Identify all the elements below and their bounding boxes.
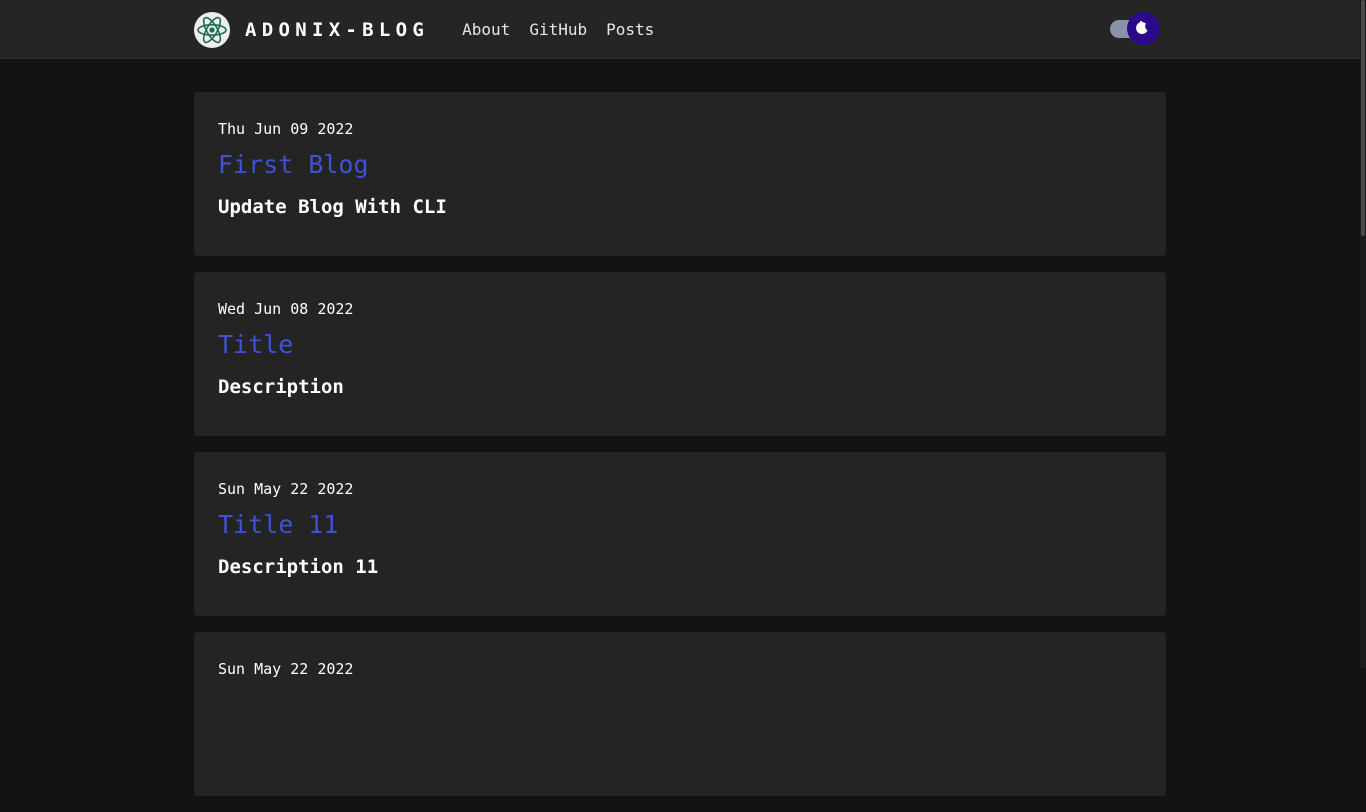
brand-name[interactable]: ADONIX-BLOG <box>245 19 429 41</box>
post-date: Sun May 22 2022 <box>218 480 354 498</box>
post-title-link[interactable]: Title <box>218 330 293 359</box>
post-description: Update Blog With CLI <box>218 196 447 218</box>
post-card[interactable]: Thu Jun 09 2022 First Blog Update Blog W… <box>194 92 1166 256</box>
toggle-knob <box>1127 12 1160 45</box>
moon-icon <box>1134 17 1154 41</box>
nav-links: About GitHub Posts <box>449 20 660 39</box>
navbar-inner: ADONIX-BLOG About GitHub Posts <box>194 0 1166 59</box>
post-title-link[interactable]: Title 11 <box>218 510 338 539</box>
nav-link-about[interactable]: About <box>462 20 510 39</box>
post-title-link[interactable]: First Blog <box>218 150 369 179</box>
post-date: Sun May 22 2022 <box>218 660 354 678</box>
post-date: Thu Jun 09 2022 <box>218 120 354 138</box>
scrollbar-thumb[interactable] <box>1361 0 1365 236</box>
post-description: Description 11 <box>218 556 379 578</box>
post-card[interactable]: Sun May 22 2022 Title 11 Description 11 <box>194 452 1166 616</box>
post-description: Description <box>218 376 344 398</box>
nav-link-posts[interactable]: Posts <box>606 20 654 39</box>
post-card[interactable]: Sun May 22 2022 <box>194 632 1166 796</box>
nav-link-github[interactable]: GitHub <box>529 20 587 39</box>
scrollbar[interactable] <box>1360 0 1366 668</box>
navbar: ADONIX-BLOG About GitHub Posts <box>0 0 1366 59</box>
post-list: Thu Jun 09 2022 First Blog Update Blog W… <box>194 92 1166 812</box>
theme-toggle[interactable] <box>1110 12 1160 45</box>
atom-icon[interactable] <box>194 11 230 48</box>
post-date: Wed Jun 08 2022 <box>218 300 354 318</box>
post-card[interactable]: Wed Jun 08 2022 Title Description <box>194 272 1166 436</box>
